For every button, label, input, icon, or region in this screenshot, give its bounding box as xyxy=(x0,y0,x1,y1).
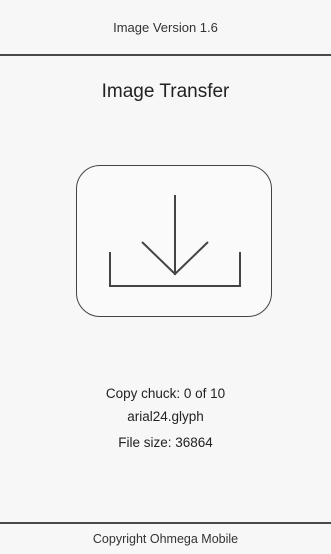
copy-chunk-status: Copy chuck: 0 of 10 xyxy=(105,386,226,401)
image-transfer-screen: Image Version 1.6 Image Transfer Copy ch… xyxy=(0,0,331,554)
file-name: arial24.glyph xyxy=(127,409,204,424)
footer-bar: Copyright Ohmega Mobile xyxy=(0,522,331,554)
download-icon xyxy=(109,195,241,287)
copyright-label: Copyright Ohmega Mobile xyxy=(92,532,239,546)
image-version-label: Image Version 1.6 xyxy=(113,19,218,35)
header-bar: Image Version 1.6 xyxy=(0,0,331,56)
download-button[interactable] xyxy=(76,165,272,317)
file-size: File size: 36864 xyxy=(118,435,213,450)
page-title: Image Transfer xyxy=(101,81,230,102)
